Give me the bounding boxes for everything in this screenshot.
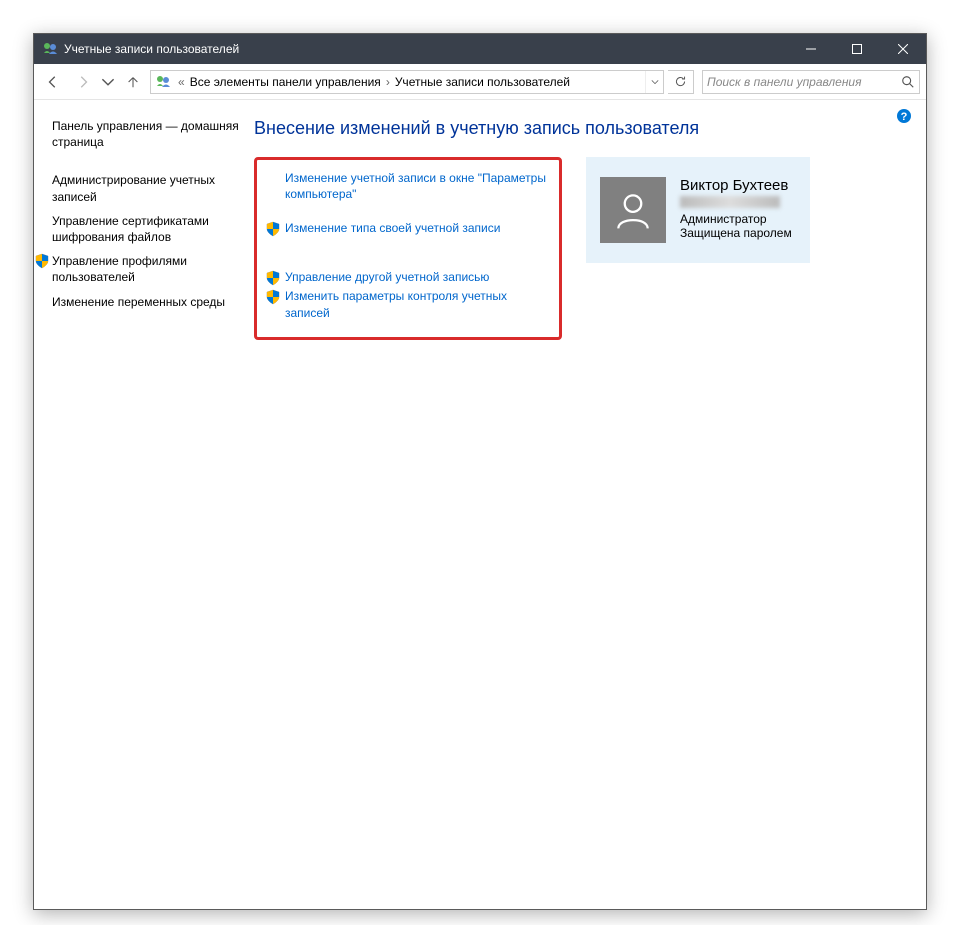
link-manage-other[interactable]: Управление другой учетной записью (265, 269, 551, 286)
link-change-in-settings-label: Изменение учетной записи в окне "Парамет… (285, 170, 551, 202)
maximize-button[interactable] (834, 34, 880, 64)
breadcrumb-item-2[interactable]: Учетные записи пользователей (393, 71, 572, 93)
sidebar: Панель управления — домашняя страница Ад… (52, 114, 254, 895)
sidebar-env-label: Изменение переменных среды (52, 294, 225, 310)
sidebar-admin-label: Администрирование учетных записей (52, 172, 242, 204)
back-button[interactable] (40, 69, 66, 95)
avatar (600, 177, 666, 243)
titlebar: Учетные записи пользователей (34, 34, 926, 64)
navbar: « Все элементы панели управления › Учетн… (34, 64, 926, 100)
shield-icon (265, 270, 281, 286)
help-icon[interactable]: ? (896, 108, 912, 124)
main-panel: Внесение изменений в учетную запись поль… (254, 114, 908, 895)
user-email-blurred (680, 196, 780, 208)
breadcrumb-prefix: « (175, 75, 188, 89)
sidebar-certificates[interactable]: Управление сертификатами шифрования файл… (52, 209, 242, 249)
refresh-button[interactable] (668, 70, 694, 94)
shield-icon (34, 253, 50, 269)
sidebar-admin-accounts[interactable]: Администрирование учетных записей (52, 168, 242, 208)
shield-icon (265, 221, 281, 237)
minimize-button[interactable] (788, 34, 834, 64)
action-links-box: Изменение учетной записи в окне "Парамет… (254, 157, 562, 340)
sidebar-certs-label: Управление сертификатами шифрования файл… (52, 213, 242, 245)
user-name: Виктор Бухтеев (680, 177, 792, 194)
address-icon (155, 74, 171, 90)
content-area: ? Панель управления — домашняя страница … (34, 100, 926, 909)
user-card: Виктор Бухтеев Администратор Защищена па… (586, 157, 810, 263)
search-input[interactable] (707, 75, 901, 89)
link-change-in-settings[interactable]: Изменение учетной записи в окне "Парамет… (265, 170, 551, 202)
chevron-right-icon: › (383, 75, 393, 89)
window-title: Учетные записи пользователей (64, 42, 788, 56)
address-dropdown[interactable] (645, 71, 663, 93)
link-manage-other-label: Управление другой учетной записью (285, 269, 489, 285)
sidebar-profiles-label: Управление профилями пользователей (52, 253, 242, 285)
user-icon (611, 188, 655, 232)
search-box[interactable] (702, 70, 920, 94)
recent-dropdown[interactable] (100, 69, 116, 95)
sidebar-home-label: Панель управления — домашняя страница (52, 118, 242, 150)
link-change-type[interactable]: Изменение типа своей учетной записи (265, 220, 551, 237)
search-icon (901, 75, 915, 89)
page-heading: Внесение изменений в учетную запись поль… (254, 118, 908, 139)
window-controls (788, 34, 926, 64)
shield-icon (265, 289, 281, 305)
app-icon (42, 41, 58, 57)
user-meta: Виктор Бухтеев Администратор Защищена па… (680, 177, 792, 243)
close-button[interactable] (880, 34, 926, 64)
forward-button[interactable] (70, 69, 96, 95)
address-bar[interactable]: « Все элементы панели управления › Учетн… (150, 70, 664, 94)
svg-text:?: ? (901, 111, 908, 123)
window: Учетные записи пользователей (33, 33, 927, 910)
sidebar-profiles[interactable]: Управление профилями пользователей (34, 249, 242, 289)
sidebar-env-vars[interactable]: Изменение переменных среды (52, 290, 242, 314)
up-button[interactable] (120, 69, 146, 95)
user-protection: Защищена паролем (680, 226, 792, 240)
link-uac-settings[interactable]: Изменить параметры контроля учетных запи… (265, 288, 551, 320)
link-uac-settings-label: Изменить параметры контроля учетных запи… (285, 288, 551, 320)
sidebar-home[interactable]: Панель управления — домашняя страница (52, 114, 242, 154)
link-change-type-label: Изменение типа своей учетной записи (285, 220, 500, 236)
user-role: Администратор (680, 212, 792, 226)
breadcrumb-item-1[interactable]: Все элементы панели управления (188, 71, 383, 93)
